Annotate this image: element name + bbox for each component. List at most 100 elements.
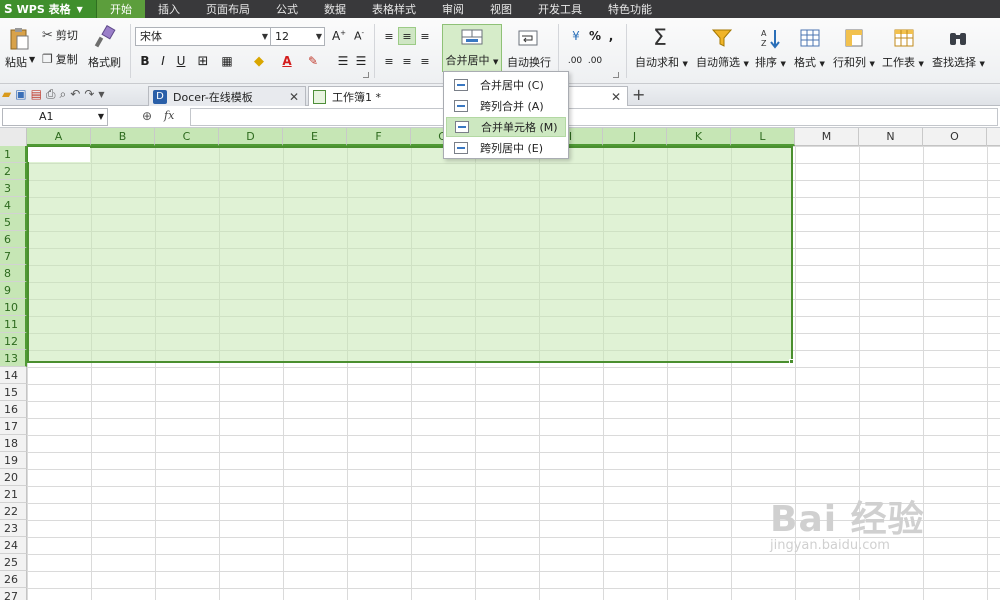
column-header[interactable]: N: [859, 128, 923, 146]
menu-tab[interactable]: 审阅: [429, 0, 477, 18]
row-header[interactable]: 15: [0, 384, 27, 401]
row-header[interactable]: 11: [0, 316, 27, 333]
fill-color-button[interactable]: ◆: [250, 52, 268, 70]
menu-tab[interactable]: 特色功能: [595, 0, 665, 18]
wrap-text-button[interactable]: [508, 26, 548, 50]
clear-format-button[interactable]: ✎: [304, 52, 322, 70]
column-header[interactable]: B: [91, 128, 155, 146]
indent-button[interactable]: ☰: [334, 52, 352, 70]
column-header[interactable]: C: [155, 128, 219, 146]
row-header[interactable]: 7: [0, 248, 27, 265]
row-header[interactable]: 21: [0, 486, 27, 503]
row-header[interactable]: 1: [0, 146, 27, 163]
row-header[interactable]: 10: [0, 299, 27, 316]
font-size-select[interactable]: 12 ▼: [270, 27, 325, 46]
row-header[interactable]: 17: [0, 418, 27, 435]
close-icon[interactable]: ✕: [289, 90, 299, 104]
save-icon[interactable]: ▣: [15, 87, 26, 102]
merge-menu-item[interactable]: 合并单元格 (M): [446, 117, 566, 137]
increase-decimal-button[interactable]: .00: [566, 52, 584, 70]
align-center-button[interactable]: ≡: [398, 52, 416, 70]
align-middle-button[interactable]: ≡: [398, 27, 416, 45]
currency-button[interactable]: ¥: [567, 27, 585, 45]
row-header[interactable]: 2: [0, 163, 27, 180]
row-header[interactable]: 12: [0, 333, 27, 350]
font-color-button[interactable]: A: [278, 52, 296, 70]
row-header[interactable]: 13: [0, 350, 27, 367]
close-icon[interactable]: ✕: [611, 90, 621, 104]
column-header[interactable]: M: [795, 128, 859, 146]
fill-handle[interactable]: [789, 359, 794, 364]
redo-icon[interactable]: ↷: [84, 87, 94, 102]
borders-button[interactable]: ⊞: [194, 52, 212, 70]
column-header[interactable]: A: [27, 128, 91, 146]
new-tab-button[interactable]: +: [632, 85, 645, 104]
row-header[interactable]: 27: [0, 588, 27, 600]
select-all-corner[interactable]: [0, 128, 27, 146]
sort-button[interactable]: AZ: [756, 24, 784, 52]
merge-center-button[interactable]: 合并居中 ▼: [442, 24, 502, 72]
align-right-button[interactable]: ≡: [416, 52, 434, 70]
row-header[interactable]: 4: [0, 197, 27, 214]
row-header[interactable]: 24: [0, 537, 27, 554]
column-header[interactable]: D: [219, 128, 283, 146]
format-painter-button[interactable]: [90, 24, 120, 50]
autofilter-button[interactable]: [705, 24, 739, 52]
merge-menu-item[interactable]: 跨列居中 (E): [446, 138, 566, 158]
merge-menu-item[interactable]: 跨列合并 (A): [446, 96, 566, 116]
align-left-button[interactable]: ≡: [380, 52, 398, 70]
font-shrink-button[interactable]: A-: [350, 27, 368, 45]
menu-tab[interactable]: 插入: [145, 0, 193, 18]
row-header[interactable]: 3: [0, 180, 27, 197]
menu-tab[interactable]: 数据: [311, 0, 359, 18]
cut-button[interactable]: ✂ 剪切: [42, 26, 84, 44]
paste-dropdown-icon[interactable]: ▼: [29, 55, 35, 64]
row-header[interactable]: 20: [0, 469, 27, 486]
zoom-search-icon[interactable]: ⊕: [142, 109, 152, 123]
column-header[interactable]: F: [347, 128, 411, 146]
app-menu-button[interactable]: S WPS 表格 ▼: [0, 0, 97, 18]
menu-tab[interactable]: 页面布局: [193, 0, 263, 18]
menu-tab[interactable]: 表格样式: [359, 0, 429, 18]
fx-icon[interactable]: fx: [164, 109, 174, 122]
menu-tab[interactable]: 公式: [263, 0, 311, 18]
font-dialog-launcher[interactable]: [363, 72, 369, 78]
row-header[interactable]: 5: [0, 214, 27, 231]
menu-tab[interactable]: 开始: [97, 0, 145, 18]
column-header[interactable]: K: [667, 128, 731, 146]
print-preview-icon[interactable]: ⌕: [60, 87, 67, 102]
align-top-button[interactable]: ≡: [380, 27, 398, 45]
export-pdf-icon[interactable]: ▤: [31, 87, 42, 102]
number-dialog-launcher[interactable]: [613, 72, 619, 78]
outdent-button[interactable]: ☰: [352, 52, 370, 70]
row-header[interactable]: 22: [0, 503, 27, 520]
merge-menu-item[interactable]: 合并居中 (C): [446, 75, 566, 95]
font-name-select[interactable]: 宋体 ▼: [135, 27, 271, 46]
column-header[interactable]: L: [731, 128, 795, 146]
row-header[interactable]: 26: [0, 571, 27, 588]
column-header[interactable]: O: [923, 128, 987, 146]
open-folder-icon[interactable]: ▰: [2, 87, 11, 102]
print-icon[interactable]: ⎙: [46, 87, 56, 102]
row-header[interactable]: 18: [0, 435, 27, 452]
row-header[interactable]: 23: [0, 520, 27, 537]
row-col-button[interactable]: [840, 24, 868, 52]
column-header[interactable]: E: [283, 128, 347, 146]
align-bottom-button[interactable]: ≡: [416, 27, 434, 45]
format-button[interactable]: [796, 24, 824, 52]
row-header[interactable]: 8: [0, 265, 27, 282]
row-header[interactable]: 6: [0, 231, 27, 248]
row-header[interactable]: 19: [0, 452, 27, 469]
undo-icon[interactable]: ↶: [70, 87, 80, 102]
copy-button[interactable]: ❐ 复制: [42, 50, 84, 68]
menu-tab[interactable]: 视图: [477, 0, 525, 18]
worksheet-button[interactable]: [890, 24, 918, 52]
underline-button[interactable]: U: [172, 52, 190, 70]
formula-input[interactable]: [190, 108, 998, 126]
column-header[interactable]: J: [603, 128, 667, 146]
row-header[interactable]: 16: [0, 401, 27, 418]
autosum-button[interactable]: Σ: [640, 24, 680, 52]
bold-button[interactable]: B: [136, 52, 154, 70]
paste-button[interactable]: [6, 24, 32, 54]
menu-tab[interactable]: 开发工具: [525, 0, 595, 18]
